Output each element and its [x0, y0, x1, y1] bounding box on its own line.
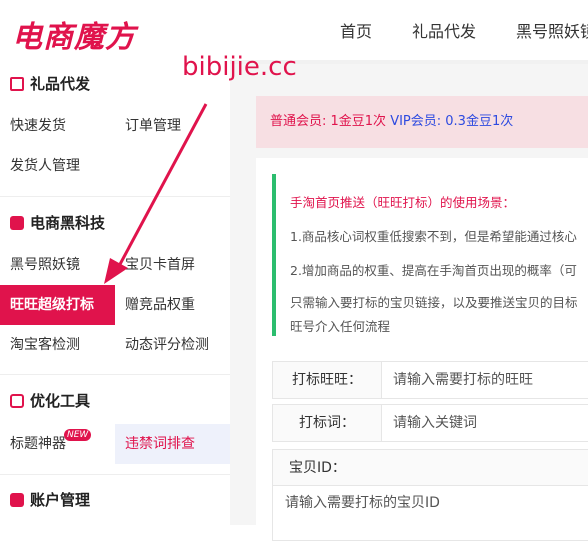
annotation-arrow: [104, 103, 208, 284]
